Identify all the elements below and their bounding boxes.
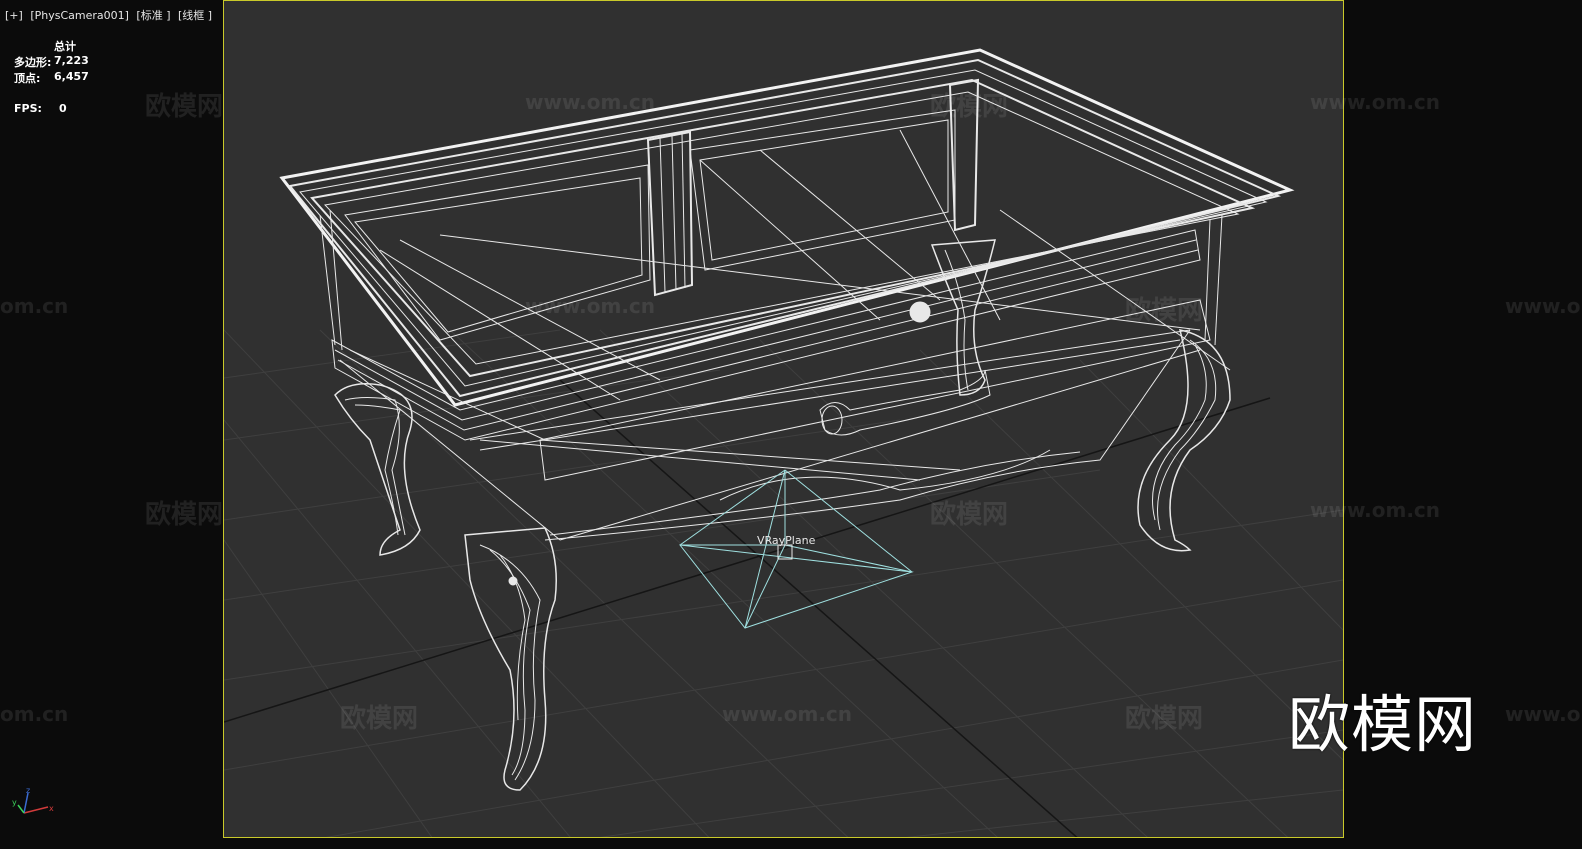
watermark: 欧模网 — [1125, 704, 1204, 734]
display-mode-selector[interactable]: [线框 ] — [178, 9, 212, 22]
axis-y-label: y — [12, 798, 17, 807]
table-leg-left-back — [334, 383, 421, 556]
table-leg-right-back — [1137, 329, 1231, 552]
brand-logo: 欧模网 — [1288, 688, 1478, 761]
watermark: www.om.cn — [525, 90, 656, 114]
grid-floor — [224, 329, 1343, 837]
camera-selector[interactable]: [PhysCamera001] — [30, 9, 129, 22]
vertices-label: 顶点: — [14, 72, 41, 85]
viewport[interactable]: 欧模网 www.om.cn 欧模网 www.om.cn om.cn www.om… — [0, 0, 1582, 849]
shading-mode-selector[interactable]: [标准 ] — [136, 9, 170, 22]
watermark: www.om.cn — [525, 294, 656, 318]
fps-value: 0 — [59, 102, 67, 115]
table-leg-front — [464, 527, 557, 791]
watermark: www.om.cn — [1505, 294, 1582, 318]
polygons-value: 7,223 — [54, 54, 89, 67]
watermark: 欧模网 — [930, 500, 1009, 530]
axis-x-label: x — [49, 804, 54, 813]
polygons-label: 多边形: — [14, 56, 52, 69]
watermark: www.om.cn — [722, 702, 853, 726]
watermark: www.om.cn — [1505, 702, 1582, 726]
watermark: www.om.cn — [1310, 90, 1441, 114]
watermark: om.cn — [0, 294, 69, 318]
viewport-label: [+] [PhysCamera001] [标准 ] [线框 ] — [5, 7, 216, 23]
watermark: 欧模网 — [340, 704, 419, 734]
watermark: 欧模网 — [930, 92, 1009, 122]
stats-header: 总计 — [54, 40, 76, 53]
viewport-menu[interactable]: [+] — [5, 9, 23, 22]
vertices-value: 6,457 — [54, 70, 89, 83]
watermark: 欧模网 — [145, 92, 224, 122]
watermark: om.cn — [0, 702, 69, 726]
axis-z-label: z — [26, 786, 30, 795]
axis-gizmo: x z y — [12, 786, 54, 814]
watermark: 欧模网 — [1125, 296, 1204, 326]
vray-plane-label: VRayPlane — [757, 534, 816, 547]
watermark: www.om.cn — [1310, 498, 1441, 522]
watermark: 欧模网 — [145, 500, 224, 530]
fps-label: FPS: — [14, 102, 42, 115]
